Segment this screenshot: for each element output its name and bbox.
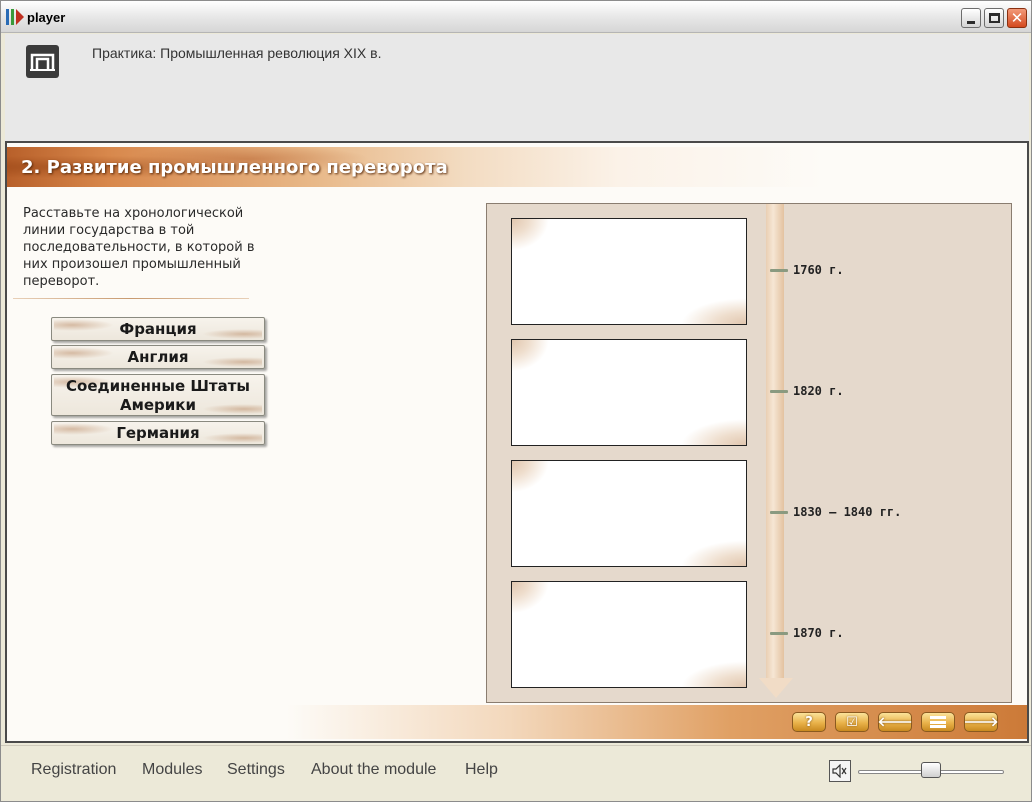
timeline-panel: 1760 г. 1820 г. 1830 – 1840 гг. 1870 г. xyxy=(486,203,1012,703)
menu-about-module[interactable]: About the module xyxy=(311,761,436,779)
timeline-tick xyxy=(770,269,788,272)
country-label: Франция xyxy=(119,320,197,338)
menu-help[interactable]: Help xyxy=(465,761,498,779)
module-logo-icon xyxy=(26,45,59,78)
help-button[interactable]: ? xyxy=(792,712,826,732)
drop-slot[interactable] xyxy=(511,218,747,325)
arrow-right-icon: 🡒 xyxy=(963,715,999,730)
section-title: 2. Развитие промышленного переворота xyxy=(21,157,448,178)
timeline-tick xyxy=(770,511,788,514)
timeline-date-label: 1830 – 1840 гг. xyxy=(793,505,902,519)
country-card-germany[interactable]: Германия xyxy=(51,421,265,445)
navigation-bar: ? ☑ 🡐 🡒 xyxy=(287,705,1027,739)
arrow-left-icon: 🡐 xyxy=(877,715,913,730)
country-card-france[interactable]: Франция xyxy=(51,317,265,341)
timeline-date-label: 1820 г. xyxy=(793,384,844,398)
speaker-icon[interactable] xyxy=(829,760,851,782)
country-card-usa[interactable]: Соединенные Штаты Америки xyxy=(51,374,265,416)
maximize-icon xyxy=(988,13,1000,23)
title-bar[interactable]: player ✕ xyxy=(1,1,1031,33)
section-banner: 2. Развитие промышленного переворота xyxy=(7,147,1027,187)
list-icon xyxy=(930,716,946,728)
menu-registration[interactable]: Registration xyxy=(31,761,116,779)
drop-slot[interactable] xyxy=(511,460,747,567)
drop-slot[interactable] xyxy=(511,339,747,446)
check-button[interactable]: ☑ xyxy=(835,712,869,732)
minimize-button[interactable] xyxy=(961,8,981,28)
module-title: Практика: Промышленная революция XIX в. xyxy=(92,45,382,61)
module-header: Практика: Промышленная революция XIX в. xyxy=(5,34,1029,141)
timeline-tick xyxy=(770,390,788,393)
close-icon: ✕ xyxy=(1010,8,1024,27)
app-window: player ✕ Практика: Промышленная революци… xyxy=(0,0,1032,802)
content-frame: 2. Развитие промышленного переворота Рас… xyxy=(5,141,1029,743)
divider xyxy=(13,298,249,299)
window-title: player xyxy=(27,10,66,25)
contents-button[interactable] xyxy=(921,712,955,732)
player-app-icon xyxy=(6,9,24,25)
timeline-tick xyxy=(770,632,788,635)
country-card-england[interactable]: Англия xyxy=(51,345,265,369)
help-icon: ? xyxy=(805,714,813,730)
menu-settings[interactable]: Settings xyxy=(227,761,285,779)
country-label: Соединенные Штаты Америки xyxy=(66,377,250,414)
country-label: Германия xyxy=(116,424,200,442)
task-instructions: Расставьте на хронологической линии госу… xyxy=(23,206,255,289)
footer-bar: Registration Modules Settings About the … xyxy=(1,745,1031,801)
volume-slider-thumb[interactable] xyxy=(921,762,941,778)
drop-slot[interactable] xyxy=(511,581,747,688)
next-button[interactable]: 🡒 xyxy=(964,712,998,732)
close-button[interactable]: ✕ xyxy=(1007,8,1027,28)
check-icon: ☑ xyxy=(846,714,858,730)
timeline-date-label: 1870 г. xyxy=(793,626,844,640)
timeline-axis xyxy=(766,204,784,682)
timeline-arrow-icon xyxy=(759,678,793,698)
menu-modules[interactable]: Modules xyxy=(142,761,202,779)
minimize-icon xyxy=(967,20,975,24)
country-label: Англия xyxy=(127,348,189,366)
timeline-date-label: 1760 г. xyxy=(793,263,844,277)
back-button[interactable]: 🡐 xyxy=(878,712,912,732)
maximize-button[interactable] xyxy=(984,8,1004,28)
